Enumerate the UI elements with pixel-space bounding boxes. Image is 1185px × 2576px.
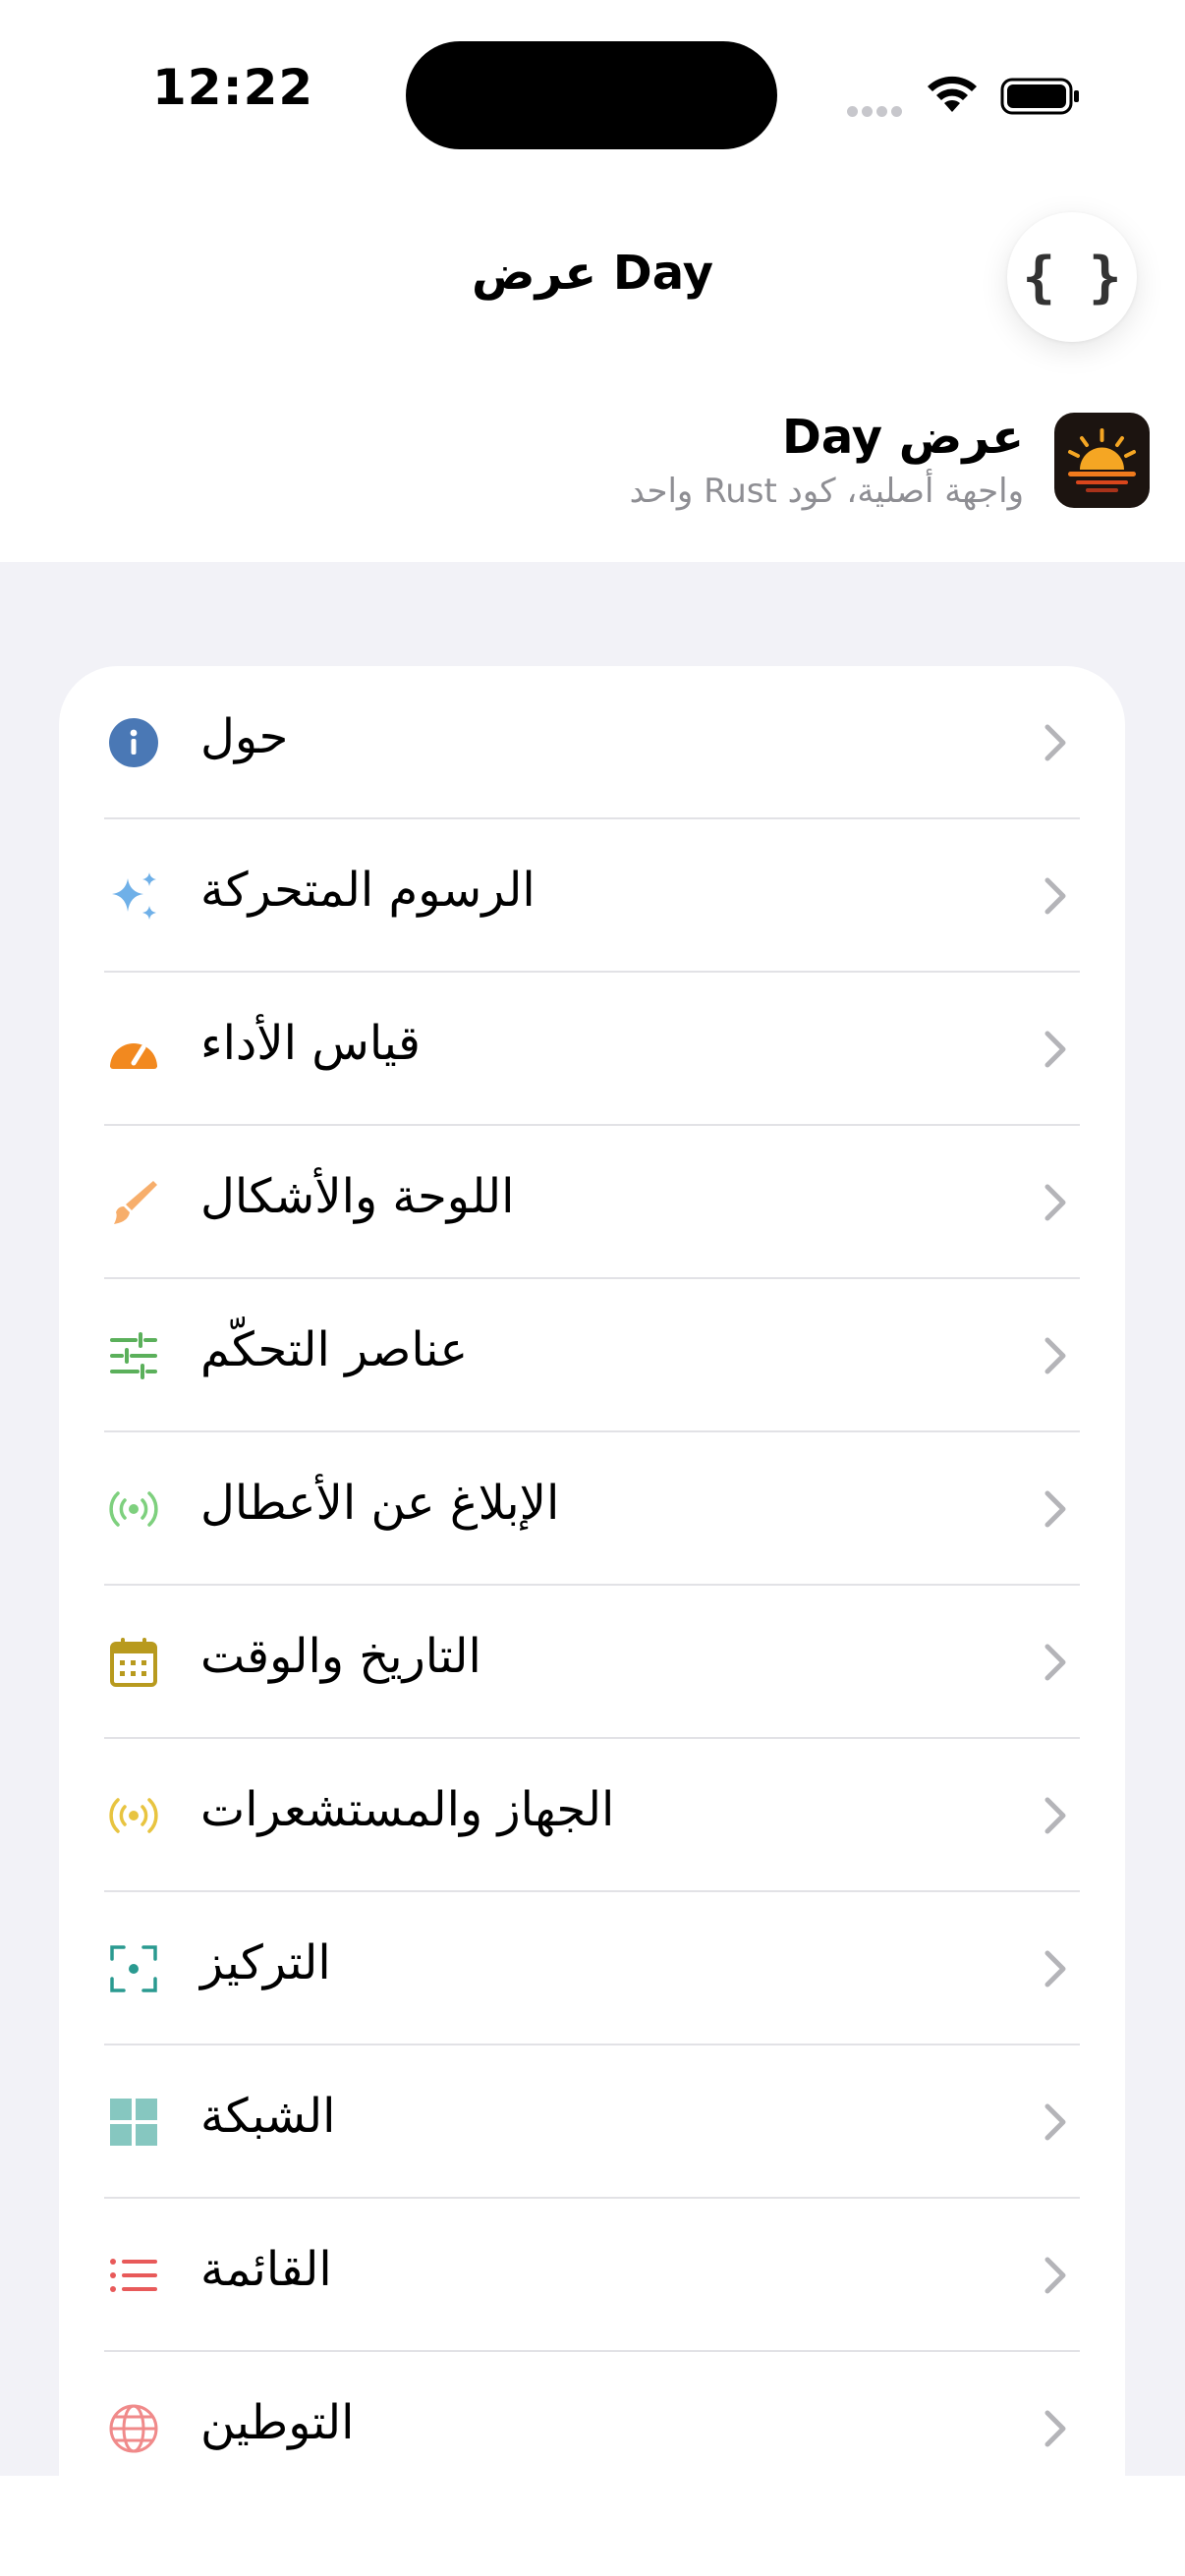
menu-item-label: قياس الأداء: [200, 1016, 421, 1071]
globe-icon: [109, 2404, 158, 2453]
grid-icon: [110, 2099, 157, 2146]
menu-item-label: الرسوم المتحركة: [200, 863, 536, 918]
chevron-right-icon: [1044, 877, 1066, 915]
app-header: عرض Day واجهة أصلية، كود Rust واحد: [0, 393, 1185, 562]
chevron-right-icon: [1044, 1031, 1066, 1068]
menu-item-performance[interactable]: قياس الأداء: [59, 973, 1125, 1126]
chevron-right-icon: [1044, 2103, 1066, 2141]
menu-item-focus[interactable]: التركيز: [59, 1892, 1125, 2045]
menu-item-label: التوطين: [200, 2395, 355, 2450]
menu-item-about[interactable]: حول: [59, 666, 1125, 819]
wifi-icon: [928, 76, 977, 112]
list-icon: [110, 2259, 157, 2292]
menu-item-animations[interactable]: الرسوم المتحركة: [59, 819, 1125, 973]
sparkles-icon: [112, 872, 156, 920]
app-name: عرض Day: [782, 410, 1024, 465]
curly-braces-icon: { }: [1022, 245, 1122, 309]
cellular-signal-icon: [847, 102, 906, 121]
chevron-right-icon: [1044, 2257, 1066, 2294]
menu-item-device-sensors[interactable]: الجهاز والمستشعرات: [59, 1739, 1125, 1892]
menu-item-label: التركيز: [200, 1935, 331, 1990]
menu-item-label: الشبكة: [200, 2089, 336, 2144]
calendar-icon: [110, 1638, 157, 1687]
broadcast-icon: [109, 1491, 158, 1527]
menu-item-label: الجهاز والمستشعرات: [200, 1782, 615, 1837]
menu-item-crash-reporting[interactable]: الإبلاغ عن الأعطال: [59, 1432, 1125, 1586]
app-subtitle: واجهة أصلية، كود Rust واحد: [629, 472, 1024, 511]
focus-icon: [110, 1945, 157, 1992]
menu-item-canvas-shapes[interactable]: اللوحة والأشكال: [59, 1126, 1125, 1279]
menu-item-label: القائمة: [200, 2242, 332, 2297]
status-time: 12:22: [152, 59, 314, 116]
info-icon: [109, 718, 158, 767]
menu-item-label: حول: [200, 709, 289, 764]
chevron-right-icon: [1044, 2410, 1066, 2447]
battery-icon: [1000, 78, 1079, 115]
menu-item-list[interactable]: القائمة: [59, 2199, 1125, 2352]
chevron-right-icon: [1044, 724, 1066, 761]
chevron-right-icon: [1044, 1950, 1066, 1988]
chevron-right-icon: [1044, 1490, 1066, 1528]
chevron-right-icon: [1044, 1644, 1066, 1681]
sliders-icon: [110, 1332, 157, 1379]
menu-item-label: الإبلاغ عن الأعطال: [200, 1476, 560, 1531]
status-bar: 12:22: [0, 0, 1185, 187]
sensor-icon: [109, 1798, 158, 1833]
menu-item-label: التاريخ والوقت: [200, 1629, 481, 1684]
menu-item-grid[interactable]: الشبكة: [59, 2045, 1125, 2199]
chevron-right-icon: [1044, 1337, 1066, 1374]
menu-item-controls[interactable]: عناصر التحكّم: [59, 1279, 1125, 1432]
menu-card: حول الرسوم المتحركة قياس الأداء اللوحة و…: [59, 666, 1125, 2476]
menu-item-localization[interactable]: التوطين: [59, 2352, 1125, 2476]
code-button[interactable]: { }: [1007, 212, 1137, 342]
bottom-bar: [0, 2476, 1185, 2576]
paintbrush-icon: [114, 1181, 157, 1224]
sunrise-icon: [1054, 413, 1150, 508]
menu-item-label: اللوحة والأشكال: [200, 1169, 515, 1224]
dynamic-island: [406, 41, 777, 149]
speedometer-icon: [110, 1043, 157, 1069]
menu-item-label: عناصر التحكّم: [200, 1322, 469, 1377]
menu-item-date-time[interactable]: التاريخ والوقت: [59, 1586, 1125, 1739]
chevron-right-icon: [1044, 1184, 1066, 1221]
chevron-right-icon: [1044, 1797, 1066, 1834]
